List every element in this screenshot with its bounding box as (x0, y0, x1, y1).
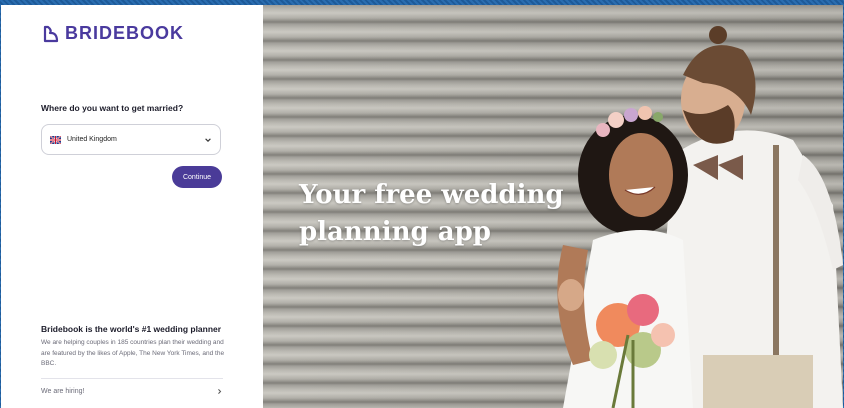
bridebook-logo-icon (43, 25, 59, 42)
chevron-down-icon (205, 137, 211, 142)
hiring-link-label: We are hiring! (41, 387, 85, 395)
hero-title: Your free wedding planning app (299, 180, 564, 247)
country-select-value: United Kingdom (67, 136, 117, 143)
hiring-link[interactable]: We are hiring! (41, 384, 223, 398)
brand-logo[interactable]: BRIDEBOOK (41, 23, 184, 44)
brand-name: BRIDEBOOK (65, 23, 185, 43)
chevron-right-icon (218, 388, 222, 394)
hero-image: Your free wedding planning app (263, 5, 843, 408)
promo-title: Bridebook is the world's #1 wedding plan… (41, 324, 222, 334)
country-select[interactable]: United Kingdom (41, 124, 221, 155)
location-question: Where do you want to get married? (41, 103, 184, 113)
divider (41, 378, 223, 379)
continue-button[interactable]: Continue (172, 166, 222, 188)
promo-body: We are helping couples in 185 countries … (41, 339, 225, 367)
left-panel: BRIDEBOOK Where do you want to get marri… (1, 5, 263, 408)
uk-flag-icon (50, 135, 61, 144)
couple-photo (557, 26, 843, 408)
